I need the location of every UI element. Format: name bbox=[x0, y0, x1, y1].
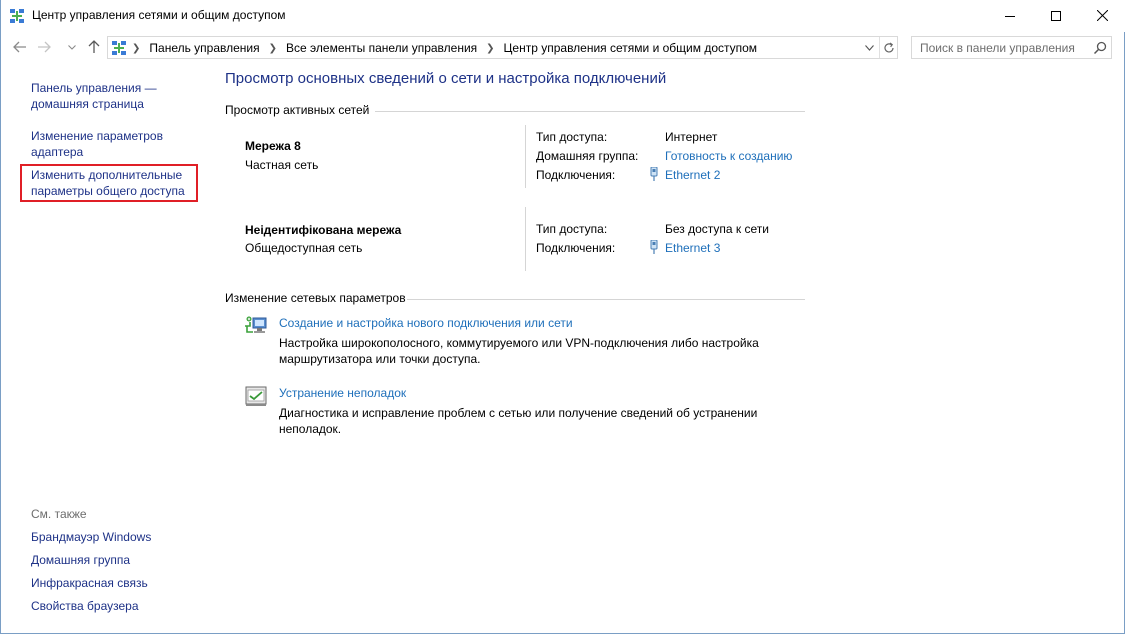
new-connection-icon bbox=[245, 316, 267, 333]
arrow-right-icon bbox=[38, 41, 51, 53]
maximize-icon bbox=[1051, 10, 1061, 21]
address-bar[interactable]: ❯ Панель управления ❯ Все элементы панел… bbox=[107, 36, 898, 59]
new-connection-description: Настройка широкополосного, коммутируемог… bbox=[279, 336, 759, 366]
troubleshoot-link[interactable]: Устранение неполадок bbox=[279, 386, 406, 400]
access-type-value: Интернет bbox=[665, 130, 718, 144]
sidebar-link-advanced-sharing[interactable]: Изменить дополнительные параметры общего… bbox=[31, 167, 196, 199]
close-button[interactable] bbox=[1079, 0, 1125, 31]
sidebar-link-home[interactable]: Панель управления — домашняя страница bbox=[31, 80, 201, 112]
network-name: Неідентифікована мережа bbox=[245, 223, 402, 237]
chevron-right-icon[interactable]: ❯ bbox=[269, 43, 277, 54]
access-type-value: Без доступа к сети bbox=[665, 222, 769, 236]
maximize-button[interactable] bbox=[1033, 0, 1079, 31]
chevron-down-icon bbox=[864, 44, 874, 51]
search-input[interactable]: Поиск в панели управления bbox=[911, 36, 1112, 59]
search-placeholder: Поиск в панели управления bbox=[920, 41, 1075, 55]
new-connection-link[interactable]: Создание и настройка нового подключения … bbox=[279, 316, 573, 330]
network-type[interactable]: Частная сеть bbox=[245, 158, 318, 172]
close-icon bbox=[1096, 10, 1108, 21]
breadcrumb-all-items[interactable]: Все элементы панели управления bbox=[286, 41, 477, 55]
arrow-left-icon bbox=[13, 41, 26, 53]
access-type-label: Тип доступа: bbox=[536, 130, 608, 144]
chevron-right-icon: ❯ bbox=[132, 42, 141, 54]
refresh-icon bbox=[884, 42, 894, 52]
breadcrumb-network-center[interactable]: Центр управления сетями и общим доступом bbox=[504, 41, 758, 55]
connections-label: Подключения: bbox=[536, 168, 616, 182]
minimize-button[interactable] bbox=[987, 0, 1033, 31]
network-divider bbox=[525, 207, 526, 271]
chevron-right-icon[interactable]: ❯ bbox=[486, 43, 494, 54]
change-settings-heading: Изменение сетевых параметров bbox=[225, 291, 406, 305]
sidebar-link-adapter-settings[interactable]: Изменение параметров адаптера bbox=[31, 128, 201, 160]
address-dropdown-button[interactable] bbox=[859, 37, 879, 58]
sidebar: Панель управления — домашняя страница Из… bbox=[1, 62, 216, 634]
ethernet-icon bbox=[650, 240, 658, 254]
section-divider bbox=[375, 111, 805, 112]
navigation-bar: ❯ Панель управления ❯ Все элементы панел… bbox=[1, 32, 1125, 62]
network-center-icon bbox=[10, 9, 24, 23]
minimize-icon bbox=[1005, 15, 1015, 17]
forward-button[interactable] bbox=[35, 38, 53, 56]
network-name: Мережа 8 bbox=[245, 139, 301, 153]
chevron-down-icon bbox=[68, 44, 76, 50]
up-button[interactable] bbox=[85, 38, 103, 56]
breadcrumb: ❯ Панель управления ❯ Все элементы панел… bbox=[132, 41, 757, 55]
arrow-up-icon bbox=[88, 40, 100, 53]
see-also-link-homegroup[interactable]: Домашняя группа bbox=[31, 552, 130, 568]
section-divider bbox=[407, 299, 805, 300]
homegroup-link[interactable]: Готовность к созданию bbox=[665, 149, 792, 163]
connection-link-ethernet-3[interactable]: Ethernet 3 bbox=[665, 241, 720, 255]
page-title: Просмотр основных сведений о сети и наст… bbox=[225, 70, 667, 87]
breadcrumb-control-panel[interactable]: Панель управления bbox=[149, 41, 259, 55]
network-type[interactable]: Общедоступная сеть bbox=[245, 241, 362, 255]
homegroup-label: Домашняя группа: bbox=[536, 149, 639, 163]
refresh-button[interactable] bbox=[879, 37, 898, 58]
connections-label: Подключения: bbox=[536, 241, 616, 255]
troubleshoot-description: Диагностика и исправление проблем с сеть… bbox=[279, 406, 758, 436]
troubleshoot-icon bbox=[245, 386, 267, 406]
window: Центр управления сетями и общим доступом bbox=[0, 0, 1125, 634]
search-icon[interactable] bbox=[1092, 40, 1108, 56]
ethernet-icon bbox=[650, 167, 658, 181]
see-also-link-firewall[interactable]: Брандмауэр Windows bbox=[31, 529, 151, 545]
title-bar: Центр управления сетями и общим доступом bbox=[1, 0, 1125, 32]
control-panel-icon bbox=[112, 41, 126, 55]
active-networks-heading: Просмотр активных сетей bbox=[225, 103, 370, 117]
back-button[interactable] bbox=[11, 38, 29, 56]
connection-link-ethernet-2[interactable]: Ethernet 2 bbox=[665, 168, 720, 182]
see-also-heading: См. также bbox=[31, 507, 87, 521]
recent-locations-button[interactable] bbox=[63, 38, 81, 56]
access-type-label: Тип доступа: bbox=[536, 222, 608, 236]
network-divider bbox=[525, 125, 526, 188]
window-title: Центр управления сетями и общим доступом bbox=[32, 8, 286, 22]
see-also-link-browser-properties[interactable]: Свойства браузера bbox=[31, 598, 139, 614]
see-also-link-infrared[interactable]: Инфракрасная связь bbox=[31, 575, 148, 591]
sidebar-link-advanced-sharing-highlight: Изменить дополнительные параметры общего… bbox=[20, 164, 198, 202]
